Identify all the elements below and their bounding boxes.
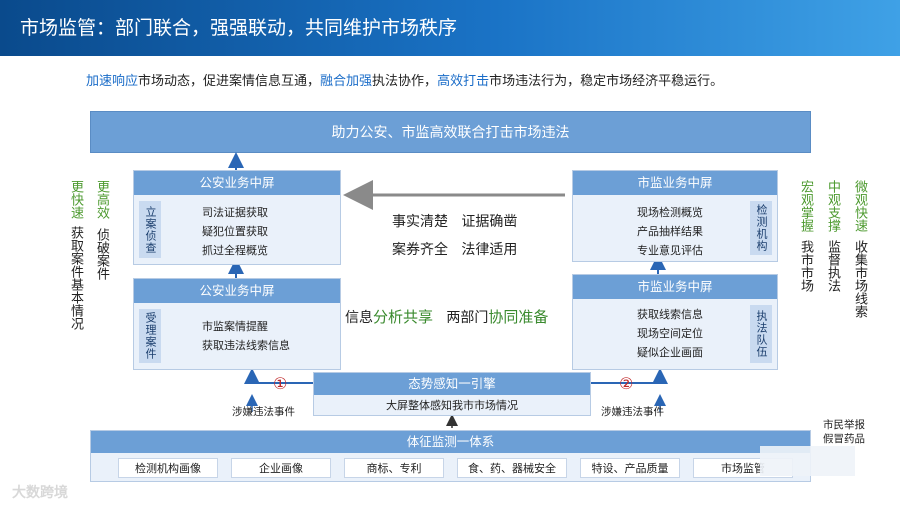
list-item: 现场空间定位 — [637, 327, 703, 340]
right-col-3-green: 微观快速 — [852, 180, 867, 232]
center-text: 案券齐全 — [392, 242, 448, 258]
police-panel-upper-tag: 立案侦查 — [139, 201, 161, 258]
list-item: 专业意见评估 — [637, 244, 703, 257]
list-item: 现场检测概览 — [637, 206, 703, 219]
market-panel-lower: 市监业务中屏 获取线索信息 现场空间定位 疑似企业画面 执法队伍 — [572, 274, 778, 370]
chip-item: 食、药、器械安全 — [457, 458, 567, 478]
situation-engine-head: 态势感知一引擎 — [314, 373, 590, 395]
situation-engine: 态势感知一引擎 大屏整体感知我市市场情况 — [313, 372, 591, 416]
right-col-2-green: 中观支撑 — [825, 180, 840, 232]
police-panel-upper-list: 司法证据获取 疑犯位置获取 抓过全程概览 — [202, 203, 268, 260]
chip-item: 企业画像 — [231, 458, 331, 478]
market-panel-lower-head: 市监业务中屏 — [573, 275, 777, 299]
market-panel-upper-head: 市监业务中屏 — [573, 171, 777, 195]
right-col-1-green: 宏观掌握 — [798, 180, 813, 232]
list-item: 疑犯位置获取 — [202, 225, 268, 238]
market-panel-lower-list: 获取线索信息 现场空间定位 疑似企业画面 — [637, 305, 703, 362]
chip-item: 特设、产品质量 — [580, 458, 680, 478]
list-item: 获取违法线索信息 — [202, 339, 290, 352]
left-col-2-green: 更高效 — [94, 180, 109, 219]
situation-engine-body: 大屏整体感知我市市场情况 — [386, 399, 518, 412]
left-col-2-black: 侦破案件 — [94, 228, 109, 280]
right-col-2-black: 监督执法 — [825, 240, 840, 292]
center-text: 法律适用 — [461, 242, 518, 258]
side-note-line: 市民举报 — [823, 419, 865, 431]
center-text-green: 协同准备 — [488, 308, 549, 326]
marker-two: ② — [619, 374, 634, 393]
police-panel-lower: 公安业务中屏 受理案件 市监案情提醒 获取违法线索信息 — [133, 278, 341, 370]
center-text: 信息 — [345, 310, 373, 326]
police-panel-lower-tag: 受理案件 — [139, 309, 161, 363]
police-panel-upper: 公安业务中屏 立案侦查 司法证据获取 疑犯位置获取 抓过全程概览 — [133, 170, 341, 265]
monitoring-system-head: 体征监测一体系 — [91, 431, 810, 453]
police-panel-lower-head: 公安业务中屏 — [134, 279, 340, 303]
right-col-3-black: 收集市场线索 — [852, 240, 867, 318]
left-col-1-green: 更快速 — [68, 180, 83, 219]
watermark: 大数跨境 — [12, 485, 68, 501]
list-item: 抓过全程概览 — [202, 244, 268, 257]
center-line-2: 案券齐全 法律适用 — [392, 239, 517, 259]
marker-one: ① — [273, 374, 288, 393]
monitoring-system: 体征监测一体系 检测机构画像 企业画像 商标、专利 食、药、器械安全 特设、产品… — [90, 430, 811, 482]
side-note: 市民举报 假冒药品 — [823, 418, 865, 446]
center-text: 证据确凿 — [461, 214, 518, 230]
market-panel-upper-list: 现场检测概览 产品抽样结果 专业意见评估 — [637, 203, 703, 260]
event-label-right: 涉嫌违法事件 — [601, 406, 664, 418]
list-item: 司法证据获取 — [202, 206, 268, 219]
police-panel-lower-list: 市监案情提醒 获取违法线索信息 — [202, 317, 290, 355]
list-item: 产品抽样结果 — [637, 225, 703, 238]
chip-item: 检测机构画像 — [118, 458, 218, 478]
center-text: 事实清楚 — [392, 214, 448, 230]
police-panel-upper-head: 公安业务中屏 — [134, 171, 340, 195]
right-col-1-black: 我市市场 — [798, 240, 813, 292]
left-col-1-black: 获取案件基本情况 — [68, 226, 83, 330]
list-item: 市监案情提醒 — [202, 320, 268, 333]
market-panel-lower-tag: 执法队伍 — [750, 305, 772, 363]
side-note-line: 假冒药品 — [823, 433, 865, 445]
blurred-region — [760, 446, 855, 476]
market-panel-upper-tag: 检测机构 — [750, 201, 772, 255]
list-item: 疑似企业画面 — [637, 346, 703, 359]
event-label-left: 涉嫌违法事件 — [232, 406, 295, 418]
center-line-3: 信息分析共享 两部门协同准备 — [345, 306, 548, 327]
market-panel-upper: 市监业务中屏 现场检测概览 产品抽样结果 专业意见评估 检测机构 — [572, 170, 778, 262]
center-text-green: 分析共享 — [373, 308, 434, 326]
list-item: 获取线索信息 — [637, 308, 703, 321]
center-text: 两部门 — [446, 310, 489, 326]
center-line-1: 事实清楚 证据确凿 — [392, 211, 517, 231]
chip-item: 商标、专利 — [344, 458, 444, 478]
